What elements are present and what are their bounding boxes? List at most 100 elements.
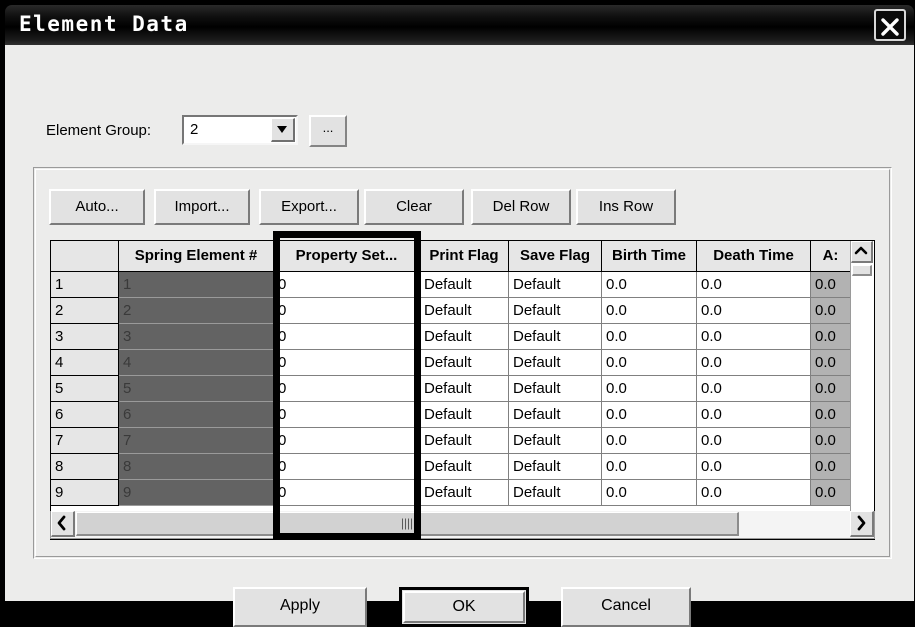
grid-vertical-scrollbar[interactable] xyxy=(850,241,874,539)
ok-button[interactable]: OK xyxy=(399,587,529,627)
row-header-cell[interactable]: 4 xyxy=(51,350,119,376)
grid-column-header[interactable]: Birth Time xyxy=(602,241,697,272)
grid-cell[interactable]: 0 xyxy=(274,324,420,350)
table-row[interactable]: 3 3 0 Default Default 0.0 0.0 0.0 xyxy=(51,324,851,350)
grid-cell[interactable]: 0.0 xyxy=(697,350,811,376)
grid-cell[interactable]: Default xyxy=(420,298,509,324)
cancel-button[interactable]: Cancel xyxy=(561,587,691,627)
grid-cell[interactable]: Default xyxy=(420,454,509,480)
grid-cell[interactable]: 0 xyxy=(274,350,420,376)
element-group-browse-button[interactable]: ... xyxy=(309,115,347,147)
auto-button[interactable]: Auto... xyxy=(49,189,145,225)
grid-cell[interactable]: Default xyxy=(420,324,509,350)
grid-cell[interactable]: 0 xyxy=(274,402,420,428)
row-header-cell[interactable]: 3 xyxy=(51,324,119,350)
table-row[interactable]: 8 8 0 Default Default 0.0 0.0 0.0 xyxy=(51,454,851,480)
grid-cell[interactable]: Default xyxy=(509,298,602,324)
grid-cell[interactable]: 0.0 xyxy=(602,376,697,402)
ins-row-button[interactable]: Ins Row xyxy=(576,189,676,225)
grid-cell[interactable]: 0.0 xyxy=(602,454,697,480)
grid-horizontal-scrollbar[interactable] xyxy=(50,511,875,539)
grid-cell[interactable]: 0.0 xyxy=(697,480,811,506)
grid-cell[interactable]: 0.0 xyxy=(602,324,697,350)
chevron-up-glyph xyxy=(854,246,868,255)
grid-cell[interactable]: Default xyxy=(420,350,509,376)
grid-cell[interactable]: 0 xyxy=(274,298,420,324)
grid-cell[interactable]: Default xyxy=(509,480,602,506)
grid-cell[interactable]: Default xyxy=(420,402,509,428)
grid-cell[interactable]: 0.0 xyxy=(602,272,697,298)
row-header-cell[interactable]: 2 xyxy=(51,298,119,324)
row-header-cell[interactable]: 8 xyxy=(51,454,119,480)
grid-cell[interactable]: Default xyxy=(509,402,602,428)
chevron-down-icon[interactable] xyxy=(271,118,295,142)
clear-button[interactable]: Clear xyxy=(364,189,464,225)
grid-cell[interactable]: 0.0 xyxy=(697,454,811,480)
table-row[interactable]: 2 2 0 Default Default 0.0 0.0 0.0 xyxy=(51,298,851,324)
grid-column-header[interactable]: Spring Element # xyxy=(119,241,274,272)
grid-cell[interactable]: Default xyxy=(509,272,602,298)
row-header-cell[interactable]: 7 xyxy=(51,428,119,454)
grid-cell: 9 xyxy=(119,480,274,506)
chevron-left-icon[interactable] xyxy=(51,511,75,537)
row-header-cell[interactable]: 6 xyxy=(51,402,119,428)
grid-cell[interactable]: 0.0 xyxy=(697,324,811,350)
row-header-cell[interactable]: 9 xyxy=(51,480,119,506)
chevron-down-glyph xyxy=(277,126,287,133)
grid-cell[interactable]: Default xyxy=(509,454,602,480)
table-row[interactable]: 9 9 0 Default Default 0.0 0.0 0.0 xyxy=(51,480,851,506)
chevron-right-icon[interactable] xyxy=(850,511,874,537)
grid-cell[interactable]: 0.0 xyxy=(697,272,811,298)
ok-button-label: OK xyxy=(403,591,525,623)
export-button[interactable]: Export... xyxy=(259,189,359,225)
title-bar: Element Data xyxy=(5,5,914,45)
grid-cell: 0.0 xyxy=(811,350,851,376)
grid-cell[interactable]: 0 xyxy=(274,376,420,402)
horizontal-scrollbar-thumb[interactable] xyxy=(76,512,739,536)
grid-cell[interactable]: 0.0 xyxy=(602,350,697,376)
grid-column-header[interactable]: Print Flag xyxy=(420,241,509,272)
grid-column-header[interactable]: Death Time xyxy=(697,241,811,272)
grid-cell[interactable]: 0 xyxy=(274,272,420,298)
grid-cell[interactable]: Default xyxy=(420,480,509,506)
grid-cell: 8 xyxy=(119,454,274,480)
grid-cell[interactable]: 0.0 xyxy=(697,298,811,324)
chevron-up-icon[interactable] xyxy=(851,241,873,263)
grid-column-header[interactable]: Save Flag xyxy=(509,241,602,272)
grid-cell[interactable]: Default xyxy=(509,350,602,376)
grid-cell[interactable]: 0.0 xyxy=(697,428,811,454)
apply-button[interactable]: Apply xyxy=(233,587,367,627)
grid-cell[interactable]: Default xyxy=(509,428,602,454)
grid-cell[interactable]: Default xyxy=(420,428,509,454)
grid-cell[interactable]: Default xyxy=(420,376,509,402)
grid-column-header[interactable]: Property Set... xyxy=(274,241,420,272)
cancel-button-label: Cancel xyxy=(601,597,651,614)
row-header-cell[interactable]: 5 xyxy=(51,376,119,402)
table-row[interactable]: 1 1 0 Default Default 0.0 0.0 0.0 xyxy=(51,272,851,298)
grid-cell[interactable]: 0.0 xyxy=(602,402,697,428)
del-row-button[interactable]: Del Row xyxy=(471,189,571,225)
table-row[interactable]: 5 5 0 Default Default 0.0 0.0 0.0 xyxy=(51,376,851,402)
grid-cell[interactable]: 0.0 xyxy=(602,428,697,454)
grid-cell[interactable]: 0.0 xyxy=(697,376,811,402)
close-icon[interactable] xyxy=(874,9,906,41)
grid-cell[interactable]: 0.0 xyxy=(697,402,811,428)
row-header-cell[interactable]: 1 xyxy=(51,272,119,298)
grid-cell[interactable]: Default xyxy=(420,272,509,298)
table-row[interactable]: 7 7 0 Default Default 0.0 0.0 0.0 xyxy=(51,428,851,454)
grid-cell[interactable]: Default xyxy=(509,324,602,350)
grid-cell[interactable]: 0 xyxy=(274,480,420,506)
grid-cell[interactable]: 0.0 xyxy=(602,480,697,506)
import-button[interactable]: Import... xyxy=(154,189,250,225)
grid-cell[interactable]: 0 xyxy=(274,428,420,454)
vertical-scrollbar-thumb[interactable] xyxy=(852,265,872,276)
element-data-grid[interactable]: Spring Element # Property Set... Print Fla… xyxy=(50,240,875,540)
grid-column-header[interactable] xyxy=(51,241,119,272)
table-row[interactable]: 6 6 0 Default Default 0.0 0.0 0.0 xyxy=(51,402,851,428)
table-row[interactable]: 4 4 0 Default Default 0.0 0.0 0.0 xyxy=(51,350,851,376)
grid-cell[interactable]: 0 xyxy=(274,454,420,480)
grid-column-header[interactable]: A: xyxy=(811,241,851,272)
grid-cell[interactable]: Default xyxy=(509,376,602,402)
grid-cell[interactable]: 0.0 xyxy=(602,298,697,324)
element-group-select[interactable]: 2 xyxy=(182,115,298,145)
